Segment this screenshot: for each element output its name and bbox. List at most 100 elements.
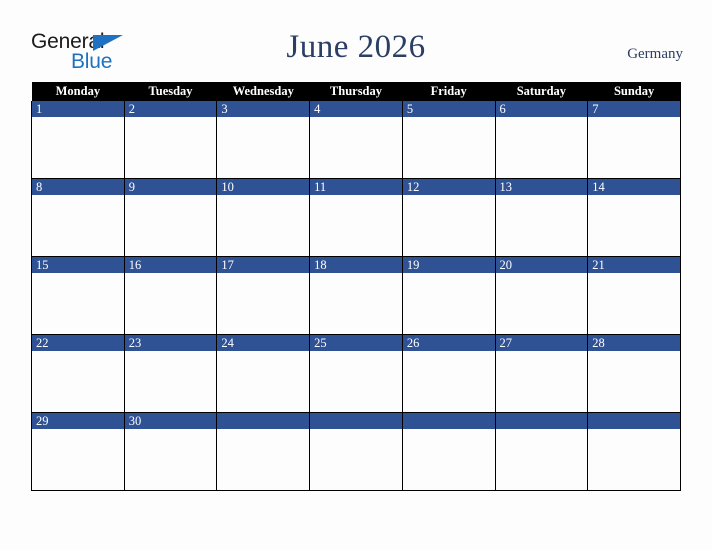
weekday-header-wednesday: Wednesday — [216, 82, 310, 101]
day-cell[interactable]: 1 — [31, 101, 125, 179]
calendar-week-row: 8 9 10 11 12 13 14 — [31, 178, 681, 257]
day-cell-body[interactable] — [495, 429, 588, 490]
date-number: 2 — [124, 101, 217, 117]
day-cell[interactable]: 14 — [587, 178, 681, 257]
day-cell[interactable]: 8 — [31, 178, 125, 257]
weekday-header-saturday: Saturday — [495, 82, 588, 101]
day-cell-empty[interactable] — [216, 412, 311, 491]
day-cell-body[interactable] — [402, 117, 495, 178]
date-number: 22 — [32, 335, 124, 351]
weekday-header-sunday: Sunday — [587, 82, 681, 101]
calendar-grid: Monday Tuesday Wednesday Thursday Friday… — [31, 82, 681, 491]
day-cell-body[interactable] — [495, 117, 588, 178]
day-cell-body[interactable] — [588, 351, 680, 412]
day-cell-body[interactable] — [588, 273, 680, 334]
day-cell-body[interactable] — [310, 273, 402, 334]
day-cell-body[interactable] — [588, 195, 680, 256]
day-cell[interactable]: 11 — [309, 178, 403, 257]
day-cell-body[interactable] — [217, 429, 310, 490]
day-cell[interactable]: 13 — [494, 178, 589, 257]
day-cell-body[interactable] — [402, 429, 495, 490]
day-cell-body[interactable] — [124, 273, 217, 334]
day-cell[interactable]: 9 — [123, 178, 218, 257]
day-cell-body[interactable] — [495, 273, 588, 334]
day-cell-body[interactable] — [495, 195, 588, 256]
day-cell[interactable]: 10 — [216, 178, 311, 257]
date-number: 12 — [402, 179, 495, 195]
day-cell[interactable]: 12 — [401, 178, 496, 257]
date-number: 7 — [588, 101, 680, 117]
date-number: 16 — [124, 257, 217, 273]
country-label: Germany — [627, 46, 683, 62]
day-cell[interactable]: 4 — [309, 101, 403, 179]
day-cell[interactable]: 16 — [123, 256, 218, 335]
day-cell[interactable]: 28 — [587, 334, 681, 413]
day-cell-body[interactable] — [495, 351, 588, 412]
day-cell-body[interactable] — [402, 273, 495, 334]
day-cell[interactable]: 30 — [123, 412, 218, 491]
day-cell[interactable]: 19 — [401, 256, 496, 335]
day-cell[interactable]: 21 — [587, 256, 681, 335]
day-cell[interactable]: 18 — [309, 256, 403, 335]
day-cell-body[interactable] — [217, 273, 310, 334]
calendar-week-row: 1 2 3 4 5 6 7 — [31, 101, 681, 179]
day-cell[interactable]: 2 — [123, 101, 218, 179]
calendar-week-row: 29 30 — [31, 412, 681, 491]
day-cell-body[interactable] — [32, 429, 124, 490]
day-cell[interactable]: 25 — [309, 334, 403, 413]
day-cell-body[interactable] — [217, 351, 310, 412]
day-cell-body[interactable] — [588, 429, 680, 490]
day-cell-body[interactable] — [124, 195, 217, 256]
date-number: 5 — [402, 101, 495, 117]
day-cell-body[interactable] — [32, 117, 124, 178]
date-number: 3 — [217, 101, 310, 117]
date-number: 11 — [310, 179, 402, 195]
day-cell-empty[interactable] — [587, 412, 681, 491]
day-cell[interactable]: 23 — [123, 334, 218, 413]
day-cell[interactable]: 27 — [494, 334, 589, 413]
day-cell[interactable]: 26 — [401, 334, 496, 413]
day-cell-body[interactable] — [588, 117, 680, 178]
date-number: 27 — [495, 335, 588, 351]
weekday-header-friday: Friday — [402, 82, 496, 101]
day-cell-body[interactable] — [402, 195, 495, 256]
day-cell-empty[interactable] — [401, 412, 496, 491]
day-cell-body[interactable] — [217, 117, 310, 178]
day-cell-body[interactable] — [310, 117, 402, 178]
day-cell-body[interactable] — [124, 351, 217, 412]
day-cell-body[interactable] — [124, 117, 217, 178]
date-number: 30 — [124, 413, 217, 429]
day-cell[interactable]: 24 — [216, 334, 311, 413]
date-number: 17 — [217, 257, 310, 273]
day-cell[interactable]: 6 — [494, 101, 589, 179]
day-cell[interactable]: 17 — [216, 256, 311, 335]
day-cell[interactable]: 20 — [494, 256, 589, 335]
day-cell-body[interactable] — [402, 351, 495, 412]
day-cell[interactable]: 5 — [401, 101, 496, 179]
date-number: 10 — [217, 179, 310, 195]
weekday-header-thursday: Thursday — [309, 82, 403, 101]
date-number: 14 — [588, 179, 680, 195]
day-cell[interactable]: 3 — [216, 101, 311, 179]
day-cell-empty[interactable] — [494, 412, 589, 491]
day-cell-body[interactable] — [124, 429, 217, 490]
day-cell-body[interactable] — [310, 195, 402, 256]
day-cell-empty[interactable] — [309, 412, 403, 491]
calendar-body: 1 2 3 4 5 6 7 8 9 10 11 12 13 14 15 16 1… — [31, 101, 681, 491]
weekday-header-row: Monday Tuesday Wednesday Thursday Friday… — [31, 82, 681, 101]
day-cell[interactable]: 15 — [31, 256, 125, 335]
day-cell-body[interactable] — [32, 351, 124, 412]
day-cell[interactable]: 7 — [587, 101, 681, 179]
date-number — [402, 413, 495, 429]
day-cell-body[interactable] — [32, 273, 124, 334]
day-cell[interactable]: 29 — [31, 412, 125, 491]
day-cell[interactable]: 22 — [31, 334, 125, 413]
date-number: 13 — [495, 179, 588, 195]
date-number — [310, 413, 402, 429]
day-cell-body[interactable] — [310, 351, 402, 412]
day-cell-body[interactable] — [217, 195, 310, 256]
date-number: 20 — [495, 257, 588, 273]
day-cell-body[interactable] — [32, 195, 124, 256]
calendar-header-row: Monday Tuesday Wednesday Thursday Friday… — [31, 82, 681, 101]
day-cell-body[interactable] — [310, 429, 402, 490]
